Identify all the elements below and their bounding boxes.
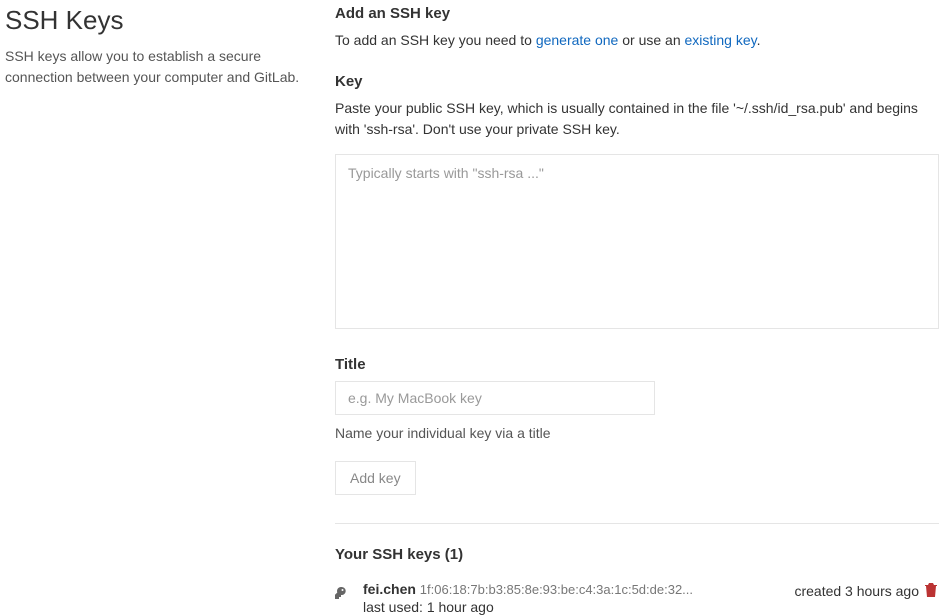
add-key-heading: Add an SSH key <box>335 5 939 22</box>
key-created: created 3 hours ago <box>784 581 919 599</box>
existing-key-link[interactable]: existing key <box>685 32 757 48</box>
divider <box>335 523 939 524</box>
add-key-button[interactable]: Add key <box>335 461 416 495</box>
key-hint: Paste your public SSH key, which is usua… <box>335 98 939 140</box>
intro-text: . <box>757 32 761 48</box>
title-label: Title <box>335 356 939 373</box>
key-name: fei.chen <box>363 581 416 597</box>
title-hint: Name your individual key via a title <box>335 425 939 441</box>
key-fingerprint: 1f:06:18:7b:b3:85:8e:93:be:c4:3a:1c:5d:d… <box>420 582 693 597</box>
key-last-used: last used: 1 hour ago <box>363 599 784 615</box>
page-description: SSH keys allow you to establish a secure… <box>5 46 315 88</box>
your-keys-heading: Your SSH keys (1) <box>335 546 939 563</box>
intro-text: or use an <box>618 32 684 48</box>
title-input[interactable] <box>335 381 655 415</box>
trash-icon[interactable] <box>919 581 939 600</box>
generate-one-link[interactable]: generate one <box>536 32 619 48</box>
key-textarea[interactable] <box>335 154 939 329</box>
key-label: Key <box>335 73 939 90</box>
intro-text: To add an SSH key you need to <box>335 32 536 48</box>
page-title: SSH Keys <box>5 5 315 36</box>
key-icon <box>335 581 363 604</box>
add-key-intro: To add an SSH key you need to generate o… <box>335 30 939 51</box>
ssh-key-row: fei.chen 1f:06:18:7b:b3:85:8e:93:be:c4:3… <box>335 581 939 615</box>
